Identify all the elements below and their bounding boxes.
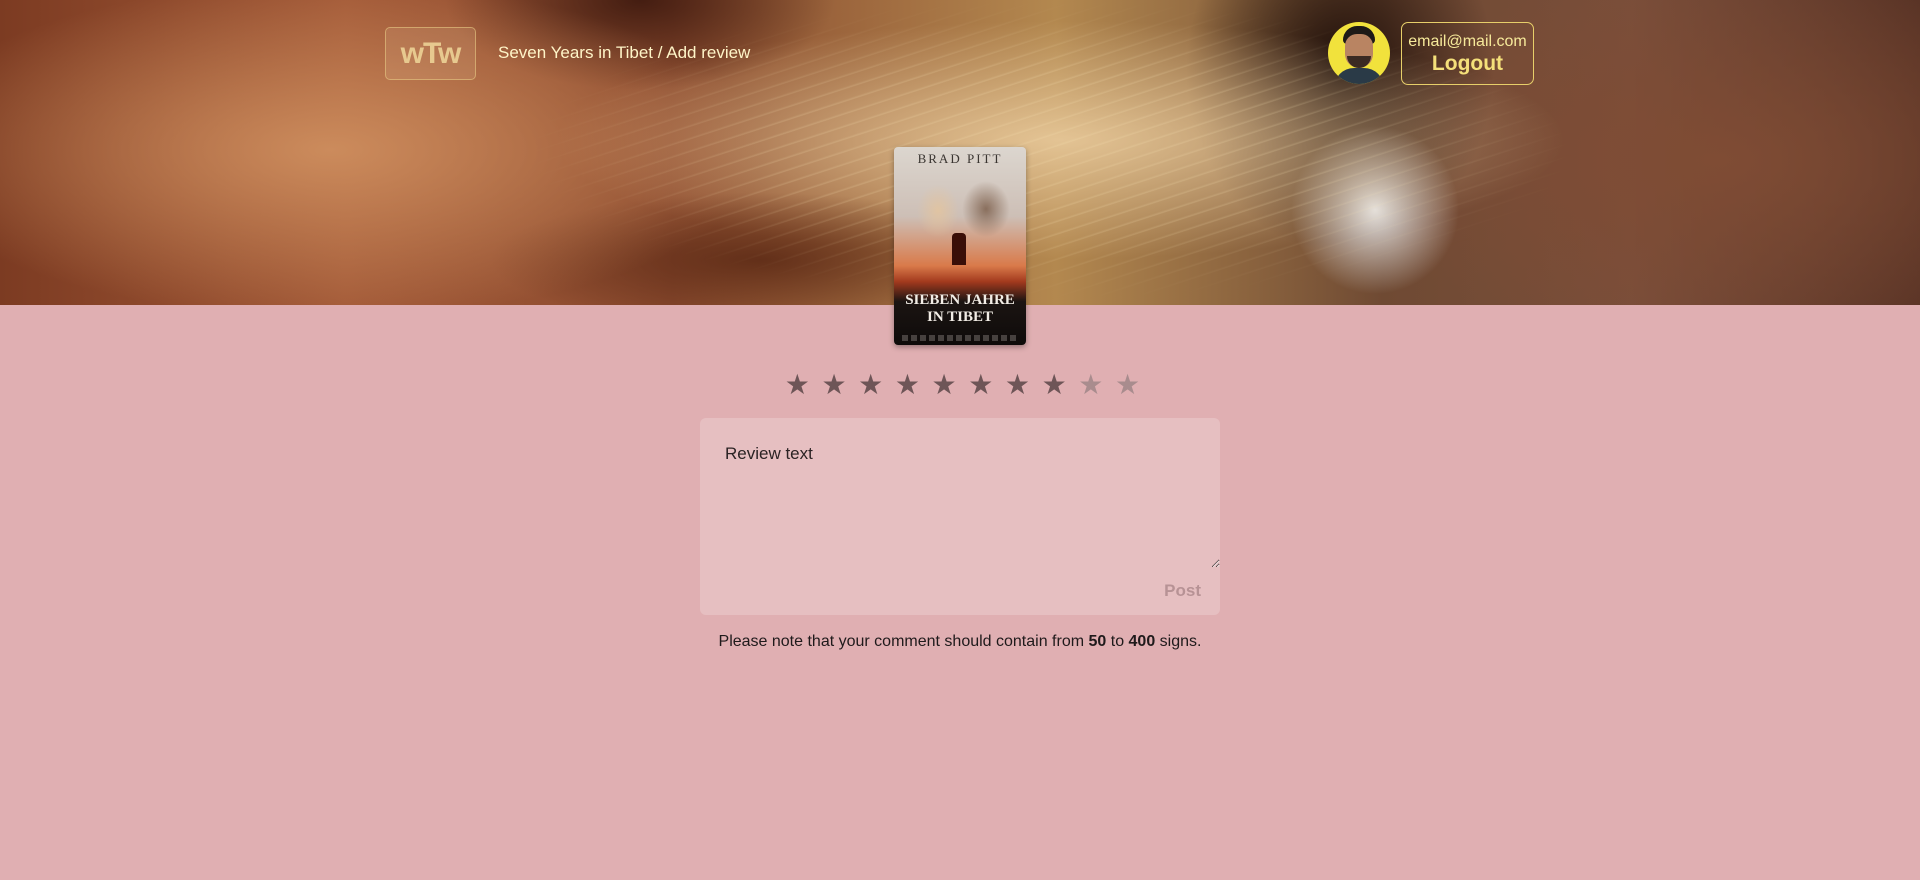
length-note: Please note that your comment should con… [0,633,1920,651]
poster-credits [902,335,1018,341]
star-icon[interactable]: ★ [999,368,1036,402]
poster-title-line2: IN TIBET [926,309,993,325]
star-icon[interactable]: ★ [962,368,999,402]
movie-poster: BRAD PITT SIEBEN JAHRE IN TIBET [894,147,1026,345]
star-icon[interactable]: ★ [1109,368,1146,402]
logo[interactable]: wTw [385,27,476,80]
star-icon[interactable]: ★ [779,368,816,402]
note-middle: to [1106,633,1129,650]
user-email: email@mail.com [1408,32,1527,50]
user-menu: email@mail.com Logout [1401,22,1534,85]
poster-title: SIEBEN JAHRE IN TIBET [894,292,1026,326]
star-icon[interactable]: ★ [926,368,963,402]
note-min: 50 [1088,633,1107,650]
star-icon[interactable]: ★ [816,368,853,402]
logout-button[interactable]: Logout [1432,51,1503,76]
poster-temple [952,233,966,265]
poster-title-line1: SIEBEN JAHRE [905,292,1015,308]
star-rating[interactable]: ★ ★ ★ ★ ★ ★ ★ ★ ★ ★ [779,368,1146,402]
review-card: Post [700,418,1220,615]
avatar-shirt [1334,68,1384,84]
note-suffix: signs. [1155,633,1202,650]
star-icon[interactable]: ★ [1036,368,1073,402]
avatar[interactable] [1328,22,1390,84]
poster-actor: BRAD PITT [917,151,1003,166]
star-icon[interactable]: ★ [1073,368,1110,402]
note-max: 400 [1128,633,1156,650]
star-icon[interactable]: ★ [852,368,889,402]
avatar-beard [1347,56,1371,68]
breadcrumb: Seven Years in Tibet / Add review [498,43,751,62]
review-textarea[interactable] [700,418,1220,568]
note-prefix: Please note that your comment should con… [718,633,1089,650]
post-button[interactable]: Post [1164,581,1201,601]
star-icon[interactable]: ★ [889,368,926,402]
